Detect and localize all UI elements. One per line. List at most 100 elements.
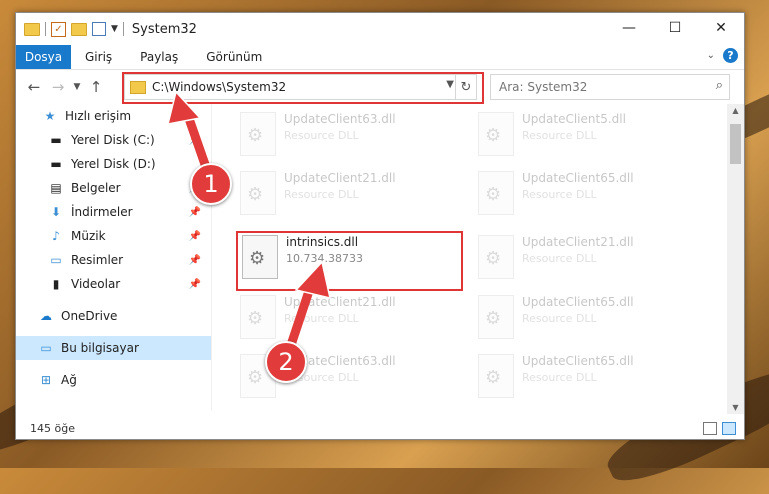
customize-icon[interactable] (92, 22, 106, 36)
pictures-icon: ▭ (50, 253, 62, 267)
music-icon: ♪ (52, 229, 60, 243)
expand-ribbon-icon[interactable]: ⌄ (707, 50, 715, 61)
up-button[interactable]: ↑ (84, 78, 108, 96)
tab-view[interactable]: Görünüm (192, 45, 276, 69)
divider (122, 22, 124, 36)
file-item[interactable]: UpdateClient5.dll Resource DLL (464, 108, 694, 164)
scroll-thumb[interactable] (730, 124, 741, 164)
nav-item-label: OneDrive (61, 309, 118, 323)
nav-item-videos[interactable]: ▮ Videolar 📌 (16, 272, 211, 296)
file-item[interactable]: UpdateClient65.dll Resource DLL (464, 167, 694, 223)
back-button[interactable]: ← (22, 78, 46, 96)
chevron-down-icon[interactable]: ▼ (111, 24, 118, 34)
pin-icon[interactable]: 📌 (189, 279, 201, 290)
explorer-window: ✓ ▼ System32 — ☐ ✕ Dosya Giriş Paylaş Gö… (15, 12, 745, 440)
search-input[interactable] (497, 79, 701, 95)
file-item[interactable]: UpdateClient65.dll Resource DLL (464, 291, 694, 347)
pin-icon[interactable]: 📌 (189, 231, 201, 242)
quick-access-toolbar: ✓ ▼ (16, 21, 124, 37)
dll-file-icon (478, 171, 514, 215)
view-toggles (703, 421, 736, 435)
nav-item-label: Hızlı erişim (65, 109, 132, 123)
tab-file[interactable]: Dosya (16, 45, 71, 69)
folder-icon (24, 22, 40, 36)
nav-item-quick-access[interactable]: ★ Hızlı erişim (16, 104, 211, 128)
tab-home[interactable]: Giriş (71, 45, 126, 69)
details-view-icon[interactable] (703, 421, 717, 435)
file-name: UpdateClient21.dll (522, 235, 634, 249)
scroll-down-icon[interactable]: ▼ (727, 403, 744, 412)
title-bar: ✓ ▼ System32 — ☐ ✕ (16, 13, 744, 45)
ribbon-tabs: Dosya Giriş Paylaş Görünüm ⌄ ? (16, 45, 744, 70)
nav-item-music[interactable]: ♪ Müzik 📌 (16, 224, 211, 248)
cloud-icon: ☁ (40, 309, 52, 323)
pin-icon[interactable]: 📌 (189, 207, 201, 218)
search-box[interactable]: ⌕ (490, 74, 730, 100)
dll-file-icon (478, 354, 514, 398)
nav-item-label: Videolar (71, 277, 121, 291)
dll-file-icon (478, 235, 514, 279)
dll-file-icon (240, 171, 276, 215)
file-item[interactable]: UpdateClient21.dll Resource DLL (226, 167, 456, 223)
nav-item-disk-d[interactable]: ▬ Yerel Disk (D:) (16, 152, 211, 176)
large-icons-view-icon[interactable] (722, 421, 736, 435)
nav-item-disk-c[interactable]: ▬ Yerel Disk (C:) 📌 (16, 128, 211, 152)
close-button[interactable]: ✕ (698, 13, 744, 43)
file-name: UpdateClient65.dll (522, 295, 634, 309)
nav-item-label: İndirmeler (71, 205, 133, 219)
file-description: Resource DLL (522, 252, 597, 265)
file-item[interactable]: UpdateClient63.dllResource DLL (226, 350, 456, 406)
file-item[interactable]: UpdateClient65.dll Resource DLL (464, 350, 694, 406)
status-bar: 145 öğe (16, 417, 744, 439)
window-title: System32 (131, 21, 197, 37)
forward-button[interactable]: → (46, 78, 70, 96)
file-name: UpdateClient65.dll (522, 354, 634, 368)
file-description: Resource DLL (522, 188, 597, 201)
search-icon[interactable]: ⌕ (716, 78, 723, 93)
help-icon[interactable]: ? (723, 48, 738, 63)
file-name: UpdateClient5.dll (522, 112, 626, 126)
new-folder-icon[interactable] (71, 22, 87, 36)
file-name: UpdateClient65.dll (522, 171, 634, 185)
file-description: Resource DLL (522, 312, 597, 325)
nav-item-onedrive[interactable]: ☁ OneDrive (16, 304, 211, 328)
file-description: Resource DLL (284, 312, 359, 325)
nav-item-label: Resimler (71, 253, 124, 267)
recent-locations-icon[interactable]: ▼ (70, 82, 84, 92)
pin-icon[interactable]: 📌 (189, 135, 201, 146)
scroll-up-icon[interactable]: ▲ (727, 106, 744, 115)
dll-file-icon (478, 112, 514, 156)
nav-item-pictures[interactable]: ▭ Resimler 📌 (16, 248, 211, 272)
file-name: UpdateClient63.dll (284, 112, 396, 126)
vertical-scrollbar[interactable]: ▲ ▼ (727, 104, 744, 414)
highlight-file-box (236, 231, 463, 291)
file-item[interactable]: UpdateClient63.dllResource DLL (226, 108, 456, 164)
item-count: 145 öğe (30, 421, 75, 435)
nav-item-label: Müzik (71, 229, 106, 243)
documents-icon: ▤ (50, 181, 62, 195)
nav-item-label: Ağ (61, 373, 77, 387)
callout-2: 2 (265, 341, 307, 383)
maximize-button[interactable]: ☐ (652, 13, 698, 43)
videos-icon: ▮ (52, 277, 60, 291)
star-icon: ★ (44, 109, 56, 123)
file-item[interactable]: UpdateClient21.dll Resource DLL (464, 231, 694, 287)
nav-item-label: Yerel Disk (D:) (71, 157, 156, 171)
nav-item-downloads[interactable]: ⬇ İndirmeler 📌 (16, 200, 211, 224)
callout-1: 1 (190, 163, 232, 205)
nav-item-label: Yerel Disk (C:) (71, 133, 155, 147)
ribbon-right: ⌄ ? (707, 48, 738, 63)
nav-item-network[interactable]: ⊞ Ağ (16, 368, 211, 392)
file-name: UpdateClient21.dll (284, 295, 396, 309)
minimize-button[interactable]: — (606, 13, 652, 43)
tab-share[interactable]: Paylaş (126, 45, 192, 69)
file-description: Resource DLL (284, 188, 359, 201)
properties-check-icon[interactable]: ✓ (51, 21, 66, 37)
nav-item-this-pc[interactable]: ▭ Bu bilgisayar (16, 336, 211, 360)
navigation-pane: ★ Hızlı erişim ▬ Yerel Disk (C:) 📌 ▬ Yer… (16, 104, 212, 411)
nav-item-documents[interactable]: ▤ Belgeler 📌 (16, 176, 211, 200)
nav-item-label: Belgeler (71, 181, 121, 195)
drive-icon: ▬ (50, 157, 62, 171)
pin-icon[interactable]: 📌 (189, 255, 201, 266)
file-item[interactable]: UpdateClient21.dll Resource DLL (226, 291, 456, 347)
